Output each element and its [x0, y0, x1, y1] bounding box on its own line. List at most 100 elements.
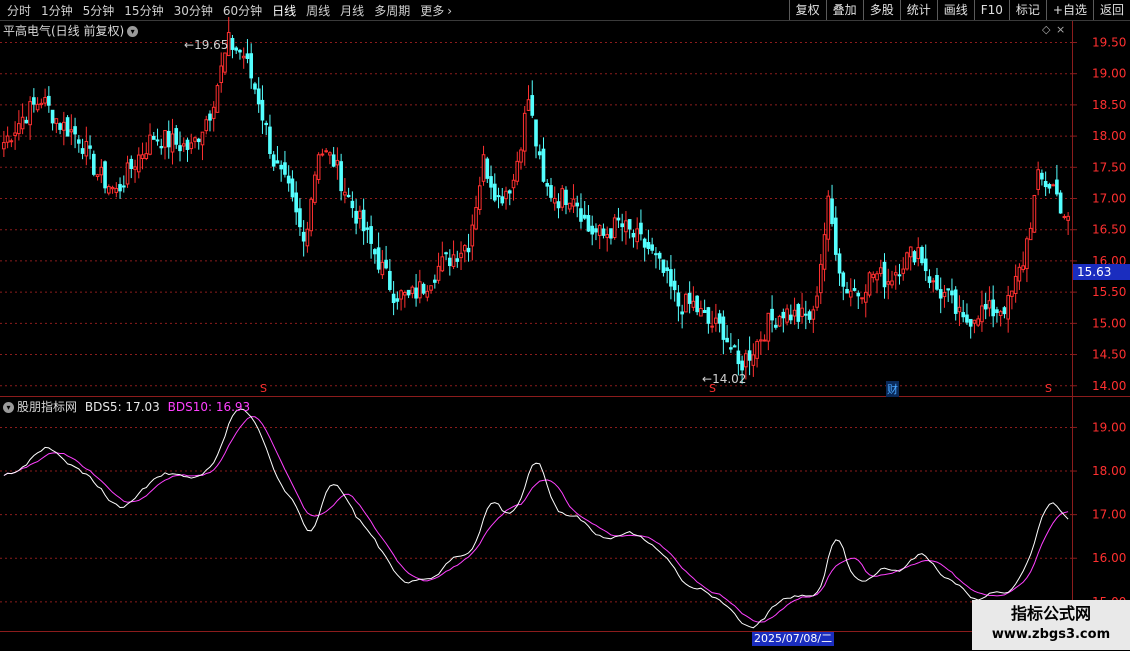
- candle-body: [200, 131, 205, 146]
- candle-body: [290, 178, 295, 198]
- high-arrow-icon: ←: [184, 38, 195, 52]
- chevron-down-icon[interactable]: ▾: [3, 402, 14, 413]
- candle-body: [1066, 215, 1070, 221]
- high-price-label: ←19.65: [184, 38, 228, 52]
- event-marker-s-2[interactable]: S: [709, 382, 716, 395]
- candle-body: [305, 228, 310, 247]
- candle-body: [938, 289, 943, 299]
- candle-body: [189, 142, 194, 150]
- candle-body: [515, 160, 520, 182]
- candle-body: [774, 324, 778, 328]
- candle-body: [856, 292, 861, 297]
- candle-body: [395, 298, 400, 302]
- candle-body: [942, 291, 947, 298]
- candle-body: [534, 119, 538, 147]
- candle-body: [77, 139, 81, 144]
- candle-body: [695, 295, 699, 313]
- candle-body: [140, 154, 145, 159]
- candle-body: [792, 309, 797, 317]
- candle-body: [537, 151, 542, 156]
- candle-body: [669, 269, 673, 287]
- candle-body: [421, 283, 426, 294]
- candle-body: [91, 153, 96, 175]
- candle-body: [987, 300, 992, 309]
- candle-body: [260, 99, 265, 121]
- candle-body: [526, 99, 531, 111]
- bds5-legend: BDS5: 17.03: [84, 400, 160, 414]
- stock-chart[interactable]: 19.50 19.00 18.50 18.00 17.50 17.00 16.50 16.00…: [0, 0, 1130, 650]
- candle-body: [125, 162, 130, 185]
- candle-body: [841, 272, 846, 287]
- candle-body: [106, 186, 111, 194]
- candle-body: [957, 306, 962, 313]
- candle-body: [309, 198, 313, 232]
- candle-body: [665, 267, 669, 272]
- candle-body: [995, 309, 999, 314]
- price-tick-label: 16.50: [1092, 223, 1126, 237]
- candle-body: [789, 314, 793, 321]
- candle-body: [657, 252, 662, 259]
- candle-body: [121, 185, 126, 188]
- candle-body: [878, 267, 883, 274]
- candle-body: [459, 252, 463, 259]
- candle-body: [560, 188, 565, 208]
- candle-body: [807, 311, 812, 320]
- candle-body: [759, 339, 763, 342]
- candle-body: [129, 158, 134, 169]
- candle-body: [968, 318, 973, 327]
- event-marker-s-1[interactable]: S: [260, 382, 267, 395]
- candle-body: [215, 85, 220, 113]
- candle-body: [9, 140, 14, 143]
- candle-body: [504, 190, 508, 200]
- candle-body: [736, 350, 741, 365]
- close-icon[interactable]: ×: [1056, 23, 1065, 36]
- bds5-line-group: [3, 408, 1069, 629]
- candle-body: [867, 272, 872, 296]
- candle-body: [545, 183, 550, 187]
- event-marker-cai[interactable]: 财: [886, 381, 899, 397]
- indicator-name: 股朋指标网: [17, 400, 78, 414]
- candle-body: [148, 134, 152, 155]
- candle-body: [549, 185, 553, 198]
- candle-body: [646, 242, 651, 249]
- candle-body: [283, 162, 287, 175]
- candle-body: [556, 201, 561, 209]
- candle-body: [185, 139, 190, 150]
- candle-body: [552, 197, 557, 204]
- candle-body: [571, 198, 576, 207]
- candle-body: [43, 97, 47, 104]
- candle-body: [58, 123, 62, 130]
- candle-body: [159, 146, 164, 149]
- event-marker-s-3[interactable]: S: [1045, 382, 1052, 395]
- candle-body: [28, 101, 32, 126]
- price-gridlines: [0, 41, 1072, 387]
- candle-body: [181, 143, 186, 147]
- candle-body: [747, 350, 752, 361]
- date-axis: [0, 631, 1130, 651]
- candle-body: [777, 315, 782, 327]
- candle-body: [980, 305, 984, 323]
- candle-body: [755, 340, 759, 359]
- candle-body: [871, 273, 876, 279]
- candle-body: [369, 226, 373, 244]
- candle-body: [639, 222, 643, 235]
- candle-body: [47, 95, 51, 106]
- candle-body: [863, 291, 868, 303]
- candle-body: [286, 175, 291, 184]
- candle-body: [830, 198, 834, 225]
- candle-body: [249, 53, 254, 79]
- candle-body: [474, 207, 478, 230]
- candle-body: [699, 308, 703, 317]
- candle-body: [684, 293, 688, 313]
- chevron-down-icon[interactable]: ▾: [127, 26, 139, 37]
- price-tick-label: 18.00: [1092, 129, 1126, 143]
- watermark-title: 指标公式网: [1010, 604, 1091, 623]
- candle-body: [399, 290, 403, 300]
- candle-body: [335, 159, 340, 166]
- candle-body: [24, 119, 29, 124]
- bds10-legend: BDS10: 16.93: [167, 400, 251, 414]
- diamond-icon[interactable]: ◇: [1042, 23, 1050, 36]
- current-price-tag: 15.63: [1073, 264, 1130, 280]
- price-tick-label: 14.00: [1092, 379, 1126, 393]
- candle-body: [826, 195, 831, 240]
